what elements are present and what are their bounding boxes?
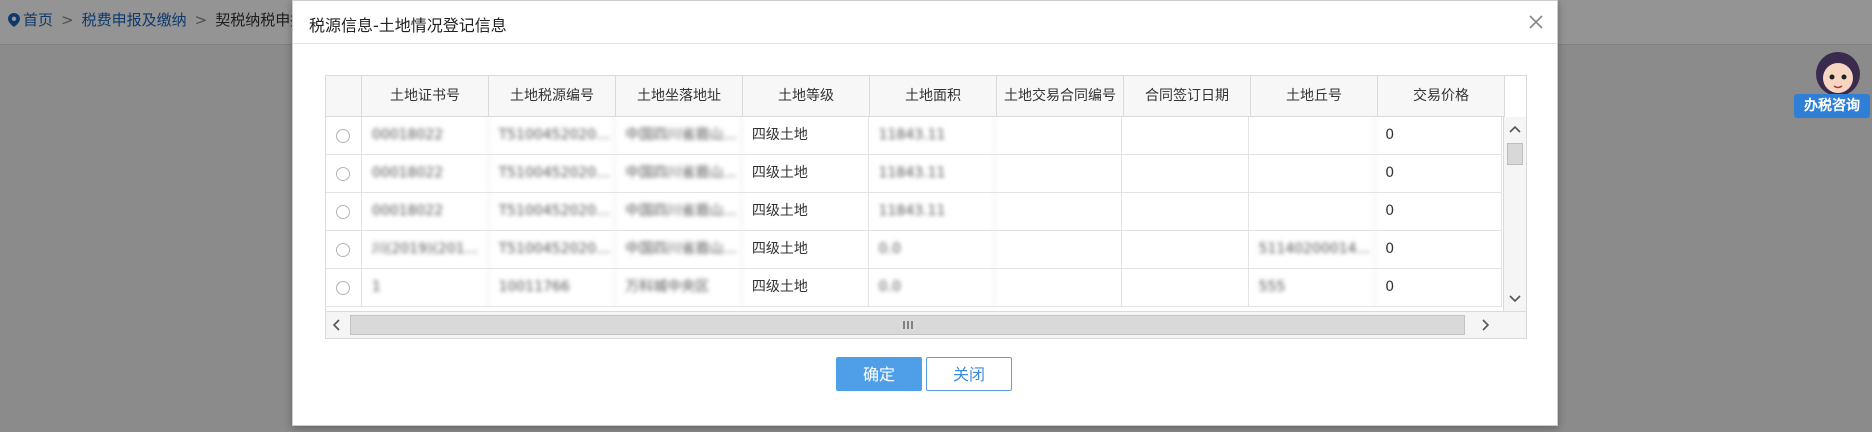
- vertical-scroll-thumb[interactable]: [1507, 143, 1523, 165]
- row-radio[interactable]: [336, 128, 351, 143]
- cell-contract-no: [995, 117, 1122, 154]
- dialog-header: 税源信息-土地情况登记信息: [293, 1, 1557, 44]
- cell-address: 中国四川省眉山...: [615, 117, 742, 154]
- cell-contract-no: [995, 231, 1122, 268]
- cell-land-area: 11843.11: [869, 155, 996, 192]
- grip-icon: [902, 321, 913, 329]
- cell-sign-date: [1122, 155, 1249, 192]
- cell-address: 中国四川省眉山...: [615, 155, 742, 192]
- grid-body: 00018022 T51004520201... 中国四川省眉山... 四级土地 118…: [326, 117, 1502, 311]
- column-header-tax-source-no[interactable]: 土地税源编号: [489, 76, 616, 116]
- close-icon[interactable]: [1527, 13, 1545, 31]
- column-header-sign-date[interactable]: 合同签订日期: [1124, 76, 1251, 116]
- row-select-cell: [326, 193, 362, 230]
- scroll-left-icon[interactable]: [326, 314, 348, 336]
- cell-parcel-no: 555: [1249, 269, 1376, 306]
- cell-sign-date: [1122, 193, 1249, 230]
- vertical-scrollbar[interactable]: [1503, 117, 1526, 311]
- close-button[interactable]: 关闭: [926, 357, 1012, 391]
- row-select-cell: [326, 155, 362, 192]
- column-header-land-grade[interactable]: 土地等级: [743, 76, 870, 116]
- row-radio[interactable]: [336, 242, 351, 257]
- column-header-certificate-no[interactable]: 土地证书号: [362, 76, 489, 116]
- confirm-button[interactable]: 确定: [836, 357, 922, 391]
- cell-tax-source-no: 10011766: [489, 269, 616, 306]
- cell-parcel-no: 51140200014...: [1249, 231, 1376, 268]
- cell-certificate-no: 00018022: [362, 155, 489, 192]
- column-header-address[interactable]: 土地坐落地址: [616, 76, 743, 116]
- row-select-cell: [326, 269, 362, 306]
- cell-contract-no: [995, 269, 1122, 306]
- cell-tax-source-no: T51004520201...: [489, 155, 616, 192]
- cell-parcel-no: [1249, 193, 1376, 230]
- cell-land-grade: 四级土地: [742, 269, 869, 306]
- cell-price: 0: [1375, 117, 1502, 154]
- land-info-dialog: 税源信息-土地情况登记信息 土地证书号 土地税源编号 土地坐落地址 土地等级 土…: [292, 0, 1558, 426]
- cell-contract-no: [995, 193, 1122, 230]
- cell-contract-no: [995, 155, 1122, 192]
- scroll-up-icon[interactable]: [1504, 119, 1526, 139]
- cell-land-area: 11843.11: [869, 193, 996, 230]
- column-header-parcel-no[interactable]: 土地丘号: [1251, 76, 1378, 116]
- cell-tax-source-no: T51004520201...: [489, 193, 616, 230]
- row-select-cell: [326, 117, 362, 154]
- column-header-contract-no[interactable]: 土地交易合同编号: [997, 76, 1124, 116]
- cell-land-area: 0.0: [869, 269, 996, 306]
- cell-address: 中国四川省眉山...: [615, 231, 742, 268]
- land-data-grid: 土地证书号 土地税源编号 土地坐落地址 土地等级 土地面积 土地交易合同编号 合…: [325, 75, 1527, 339]
- horizontal-scrollbar[interactable]: [326, 311, 1526, 338]
- cell-sign-date: [1122, 117, 1249, 154]
- cell-tax-source-no: T51004520201...: [489, 117, 616, 154]
- table-row[interactable]: 1 10011766 万科城中央区 四级土地 0.0 555 0: [326, 269, 1502, 307]
- row-select-cell: [326, 231, 362, 268]
- row-radio[interactable]: [336, 204, 351, 219]
- cell-address: 中国四川省眉山...: [615, 193, 742, 230]
- cell-land-area: 0.0: [869, 231, 996, 268]
- cell-certificate-no: 00018022: [362, 117, 489, 154]
- cell-certificate-no: 00018022: [362, 193, 489, 230]
- cell-sign-date: [1122, 231, 1249, 268]
- table-row[interactable]: 00018022 T51004520201... 中国四川省眉山... 四级土地 118…: [326, 117, 1502, 155]
- table-row[interactable]: 川(2019)(201... T51004520201... 中国四川省眉山... 四…: [326, 231, 1502, 269]
- cell-price: 0: [1375, 155, 1502, 192]
- select-column-header: [326, 76, 362, 116]
- cell-land-grade: 四级土地: [742, 193, 869, 230]
- cell-price: 0: [1375, 193, 1502, 230]
- column-header-price[interactable]: 交易价格: [1378, 76, 1505, 116]
- cell-certificate-no: 川(2019)(201...: [362, 231, 489, 268]
- cell-tax-source-no: T51004520201...: [489, 231, 616, 268]
- cell-certificate-no: 1: [362, 269, 489, 306]
- cell-land-grade: 四级土地: [742, 231, 869, 268]
- cell-parcel-no: [1249, 155, 1376, 192]
- tax-consult-button[interactable]: 办税咨询: [1794, 94, 1870, 118]
- cell-price: 0: [1375, 231, 1502, 268]
- cell-parcel-no: [1249, 117, 1376, 154]
- table-row[interactable]: 00018022 T51004520201... 中国四川省眉山... 四级土地 118…: [326, 155, 1502, 193]
- scroll-right-icon[interactable]: [1474, 314, 1496, 336]
- cell-sign-date: [1122, 269, 1249, 306]
- cell-price: 0: [1375, 269, 1502, 306]
- cell-land-grade: 四级土地: [742, 117, 869, 154]
- cell-land-area: 11843.11: [869, 117, 996, 154]
- table-row[interactable]: 00018022 T51004520201... 中国四川省眉山... 四级土地 118…: [326, 193, 1502, 231]
- cell-address: 万科城中央区: [615, 269, 742, 306]
- row-radio[interactable]: [336, 166, 351, 181]
- column-header-land-area[interactable]: 土地面积: [870, 76, 997, 116]
- row-radio[interactable]: [336, 280, 351, 295]
- grid-header: 土地证书号 土地税源编号 土地坐落地址 土地等级 土地面积 土地交易合同编号 合…: [326, 76, 1505, 117]
- dialog-title: 税源信息-土地情况登记信息: [309, 16, 507, 35]
- cell-land-grade: 四级土地: [742, 155, 869, 192]
- scroll-down-icon[interactable]: [1504, 289, 1526, 309]
- horizontal-scroll-thumb[interactable]: [350, 315, 1465, 335]
